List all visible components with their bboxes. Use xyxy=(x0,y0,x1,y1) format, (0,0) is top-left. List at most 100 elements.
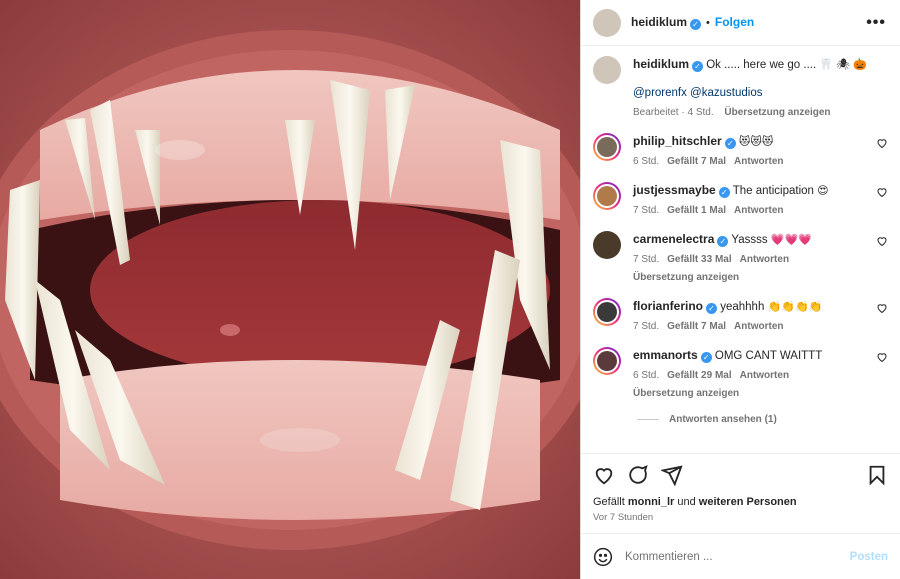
comment-text: Yassss xyxy=(731,234,768,246)
view-replies-button[interactable]: Antworten ansehen (1) xyxy=(637,414,888,425)
caption-emojis: 🦷 🕷 🎃 xyxy=(819,59,867,71)
translate-link[interactable]: Übersetzung anzeigen xyxy=(633,388,739,399)
verified-icon: ✓ xyxy=(718,187,730,198)
comment-like-icon[interactable] xyxy=(876,351,888,363)
comment-likes[interactable]: Gefällt 1 Mal xyxy=(667,205,726,216)
comment-like-icon[interactable] xyxy=(876,186,888,198)
comment-item: carmenelectra ✓ Yassss 💗💗💗 7 Std. Gefällt 3… xyxy=(593,231,888,286)
comment-likes[interactable]: Gefällt 29 Mal xyxy=(667,370,731,381)
verified-icon: ✓ xyxy=(690,19,702,30)
comment-username[interactable]: emmanorts xyxy=(633,348,698,362)
verified-icon: ✓ xyxy=(724,138,736,149)
fangs-photo xyxy=(0,0,580,579)
comment-item: florianferino ✓ yeahhhh 👏👏👏👏 7 Std. Gefällt… xyxy=(593,298,888,335)
comment-username[interactable]: florianferino xyxy=(633,299,703,313)
comment-time: 6 Std. xyxy=(633,156,660,167)
likes-others[interactable]: weiteren Personen xyxy=(699,496,797,508)
post-image[interactable] xyxy=(0,0,580,579)
comment-input[interactable] xyxy=(625,550,850,563)
comment-item: emmanorts ✓ OMG CANT WAITTT 6 Std. Gefällt… xyxy=(593,347,888,402)
comment-emojis: 😍 xyxy=(817,185,829,197)
reply-button[interactable]: Antworten xyxy=(734,156,783,167)
translate-link[interactable]: Übersetzung anzeigen xyxy=(633,272,739,283)
comment-items: philip_hitschler ✓ 😻😻😻 6 Std. Gefällt 7 Mal… xyxy=(593,133,888,402)
comment-meta: 6 Std. Gefällt 29 Mal Antworten xyxy=(633,368,888,384)
translate-link[interactable]: Übersetzung anzeigen xyxy=(724,107,830,118)
heart-icon[interactable] xyxy=(593,464,615,486)
comment-likes[interactable]: Gefällt 7 Mal xyxy=(667,321,726,332)
caption: heidiklum ✓ Ok ..... here we go .... 🦷 🕷 … xyxy=(593,56,888,121)
emoji-icon[interactable] xyxy=(593,547,613,567)
caption-edited: Bearbeitet · 4 Std. xyxy=(633,107,714,118)
action-bar: Gefällt monni_lr und weiteren Personen V… xyxy=(581,453,900,533)
comment-text: OMG CANT WAITTT xyxy=(714,350,823,362)
caption-text: Ok ..... here we go .... xyxy=(706,59,817,71)
avatar[interactable] xyxy=(593,8,621,37)
comment-emojis: 😻😻😻 xyxy=(738,136,774,148)
comment-body: emmanorts ✓ OMG CANT WAITTT 6 Std. Gefällt… xyxy=(633,347,888,402)
bookmark-icon[interactable] xyxy=(866,464,888,486)
verified-icon: ✓ xyxy=(717,236,729,247)
likes-summary: Gefällt monni_lr und weiteren Personen xyxy=(593,496,888,508)
caption-username[interactable]: heidiklum xyxy=(633,57,689,71)
comment-body: carmenelectra ✓ Yassss 💗💗💗 7 Std. Gefällt 3… xyxy=(633,231,888,286)
comment-translate-row: Übersetzung anzeigen xyxy=(633,270,888,286)
share-icon[interactable] xyxy=(661,464,683,486)
comment-icon[interactable] xyxy=(627,464,649,486)
reply-button[interactable]: Antworten xyxy=(740,254,789,265)
comment-translate-row: Übersetzung anzeigen xyxy=(633,386,888,402)
separator-dot: • xyxy=(706,17,710,29)
comment-meta: 6 Std. Gefällt 7 Mal Antworten xyxy=(633,154,888,170)
comment-username[interactable]: philip_hitschler xyxy=(633,134,722,148)
author-username[interactable]: heidiklum xyxy=(631,15,687,29)
likes-user[interactable]: monni_lr xyxy=(628,496,674,508)
comment-meta: 7 Std. Gefällt 33 Mal Antworten xyxy=(633,252,888,268)
post-side-panel: heidiklum ✓ • Folgen ••• heidiklum ✓ Ok ....… xyxy=(580,0,900,579)
verified-icon: ✓ xyxy=(706,303,718,314)
comment-text: The anticipation xyxy=(732,185,814,197)
comment-item: justjessmaybe ✓ The anticipation 😍 7 Std. G… xyxy=(593,182,888,219)
verified-icon: ✓ xyxy=(692,61,704,72)
comment-meta: 7 Std. Gefällt 1 Mal Antworten xyxy=(633,203,888,219)
comment-username[interactable]: justjessmaybe xyxy=(633,183,716,197)
follow-button[interactable]: Folgen xyxy=(715,15,754,29)
reply-button[interactable]: Antworten xyxy=(734,205,783,216)
more-icon[interactable]: ••• xyxy=(866,14,886,32)
caption-body: heidiklum ✓ Ok ..... here we go .... 🦷 🕷 … xyxy=(633,56,888,121)
avatar[interactable] xyxy=(593,182,621,210)
caption-meta: Bearbeitet · 4 Std. Übersetzung anzeigen xyxy=(633,105,888,121)
reply-button[interactable]: Antworten xyxy=(740,370,789,381)
author-block: heidiklum ✓ • Folgen xyxy=(631,15,754,30)
likes-prefix: Gefällt xyxy=(593,496,625,508)
comment-username[interactable]: carmenelectra xyxy=(633,232,714,246)
comment-like-icon[interactable] xyxy=(876,235,888,247)
action-icons xyxy=(593,462,888,488)
avatar[interactable] xyxy=(593,133,621,161)
comment-time: 7 Std. xyxy=(633,254,660,265)
avatar[interactable] xyxy=(593,298,621,326)
comments-list[interactable]: heidiklum ✓ Ok ..... here we go .... 🦷 🕷 … xyxy=(581,46,900,453)
comment-like-icon[interactable] xyxy=(876,302,888,314)
comment-meta: 7 Std. Gefällt 7 Mal Antworten xyxy=(633,319,888,335)
instagram-post-view: heidiklum ✓ • Folgen ••• heidiklum ✓ Ok ....… xyxy=(0,0,900,579)
comment-likes[interactable]: Gefällt 7 Mal xyxy=(667,156,726,167)
avatar[interactable] xyxy=(593,347,621,375)
comment-likes[interactable]: Gefällt 33 Mal xyxy=(667,254,731,265)
avatar[interactable] xyxy=(593,56,621,84)
comment-time: 7 Std. xyxy=(633,321,660,332)
avatar[interactable] xyxy=(593,231,621,259)
comment-like-icon[interactable] xyxy=(876,137,888,149)
likes-middle: und xyxy=(677,496,696,508)
caption-mentions[interactable]: @prorenfx @kazustudios xyxy=(633,85,888,101)
comment-time: 6 Std. xyxy=(633,370,660,381)
reply-button[interactable]: Antworten xyxy=(734,321,783,332)
comment-body: philip_hitschler ✓ 😻😻😻 6 Std. Gefällt 7 Mal… xyxy=(633,133,888,170)
post-timestamp: Vor 7 Stunden xyxy=(593,512,654,523)
add-comment-bar: Posten xyxy=(581,533,900,579)
verified-icon: ✓ xyxy=(700,352,712,363)
comment-item: philip_hitschler ✓ 😻😻😻 6 Std. Gefällt 7 Mal… xyxy=(593,133,888,170)
comment-body: florianferino ✓ yeahhhh 👏👏👏👏 7 Std. Gefällt… xyxy=(633,298,888,335)
post-comment-button[interactable]: Posten xyxy=(850,551,888,563)
replies-divider xyxy=(637,419,659,420)
view-replies-label: Antworten ansehen (1) xyxy=(669,414,777,425)
